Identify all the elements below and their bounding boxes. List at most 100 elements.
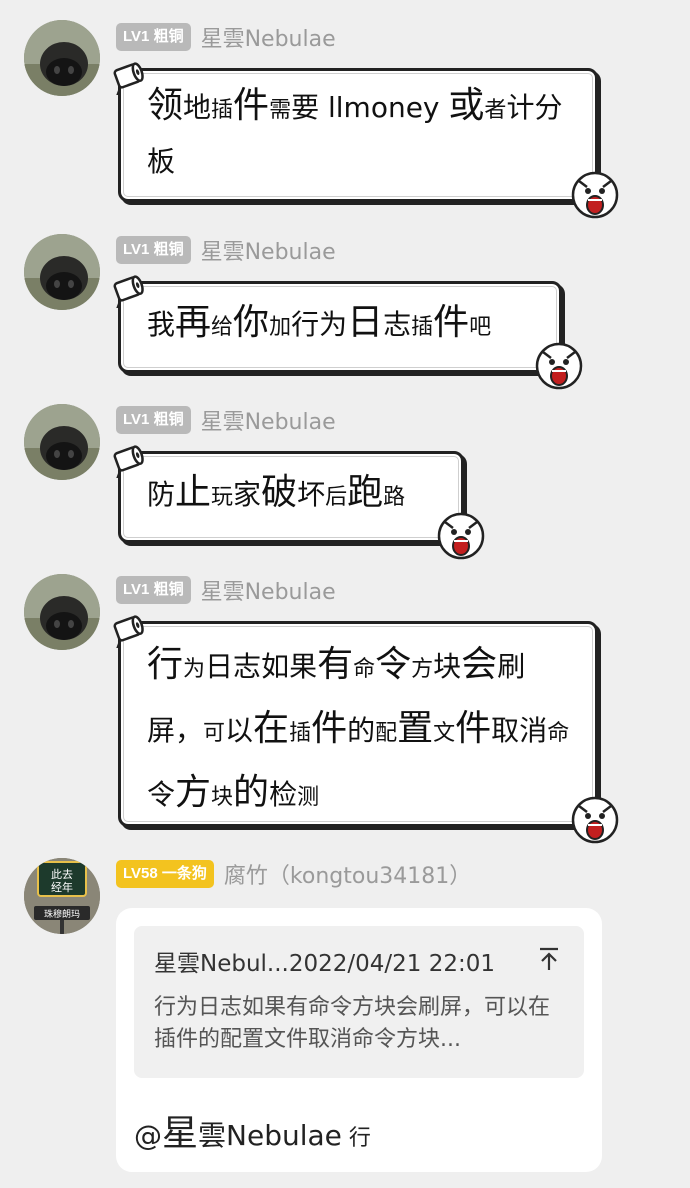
text-segment: Nebulae bbox=[226, 1119, 342, 1152]
text-segment: 方 bbox=[175, 772, 212, 813]
text-segment: 后 bbox=[325, 485, 348, 510]
text-segment: 加 bbox=[269, 315, 292, 340]
toilet-paper-icon bbox=[107, 438, 147, 479]
avatar[interactable]: 此去 经年 珠穆朗玛 bbox=[24, 858, 100, 934]
message-bubble[interactable]: 防止玩家破坏后跑路 bbox=[113, 445, 485, 560]
avatar-sign-text: 珠穆朗玛 bbox=[44, 908, 80, 920]
level-badge: LV1 粗铜 bbox=[116, 576, 191, 604]
message-text: 行为日志如果有命令方块会刷屏，可以在插件的配置文件取消命令方块的检测 bbox=[147, 636, 571, 828]
reply-text: @星雲Nebulae 行 bbox=[134, 1104, 371, 1156]
nickname[interactable]: 星雲Nebulae bbox=[201, 574, 336, 606]
text-segment: 地 bbox=[183, 91, 212, 124]
text-segment: 行 bbox=[291, 308, 320, 341]
text-segment: 止 bbox=[175, 472, 212, 513]
text-segment: 者 bbox=[484, 98, 507, 123]
text-segment: 可 bbox=[203, 721, 226, 746]
text-segment: 志 bbox=[383, 308, 412, 341]
text-segment: 插 bbox=[211, 98, 234, 123]
level-badge: LV1 粗铜 bbox=[116, 406, 191, 434]
text-segment: 或 bbox=[448, 85, 485, 126]
text-segment: 为 bbox=[319, 308, 348, 341]
text-segment: 命 bbox=[353, 657, 376, 682]
text-segment: 路 bbox=[383, 485, 406, 510]
text-segment: 以 bbox=[225, 714, 254, 747]
text-segment: 玩 bbox=[211, 485, 234, 510]
text-segment: 板 bbox=[147, 145, 176, 178]
text-segment: 有 bbox=[317, 644, 354, 685]
screaming-face-icon bbox=[569, 794, 621, 846]
quote-header: 星雲Nebul...2022/04/21 22:01 bbox=[154, 951, 496, 977]
avatar[interactable] bbox=[24, 574, 100, 650]
text-segment: 配 bbox=[375, 721, 398, 746]
text-segment: 如 bbox=[261, 650, 290, 683]
text-segment: 检 bbox=[269, 778, 298, 811]
message-bubble[interactable]: 行为日志如果有命令方块会刷屏，可以在插件的配置文件取消命令方块的检测 bbox=[113, 615, 619, 844]
message-meta: LV58 一条狗 腐竹（kongtou34181） bbox=[116, 859, 471, 889]
text-segment: 日 bbox=[347, 302, 384, 343]
text-segment: 的 bbox=[233, 772, 270, 813]
text-segment: 件 bbox=[455, 708, 492, 749]
message-meta: LV1 粗铜 星雲Nebulae bbox=[116, 575, 336, 605]
text-segment: 测 bbox=[297, 785, 320, 810]
text-segment: 在 bbox=[253, 708, 290, 749]
message-meta: LV1 粗铜 星雲Nebulae bbox=[116, 22, 336, 52]
level-badge: LV1 粗铜 bbox=[116, 23, 191, 51]
text-segment: 命 bbox=[547, 721, 570, 746]
text-segment: 件 bbox=[433, 302, 470, 343]
text-segment: 破 bbox=[261, 472, 298, 513]
toilet-paper-icon bbox=[107, 268, 147, 309]
text-segment: 取 bbox=[491, 714, 520, 747]
text-segment: 我 bbox=[147, 308, 176, 341]
quoted-message[interactable]: 星雲Nebul...2022/04/21 22:01 行为日志如果有命令方块会刷… bbox=[134, 926, 584, 1078]
message-text: 领地插件需要 llmoney 或者计分板 bbox=[147, 81, 571, 191]
text-segment: 吧 bbox=[469, 315, 492, 340]
screaming-face-icon bbox=[569, 169, 621, 221]
text-segment: 家 bbox=[233, 478, 262, 511]
level-badge: LV58 一条狗 bbox=[116, 860, 214, 888]
text-segment: 为 bbox=[183, 657, 206, 682]
text-segment: 再 bbox=[175, 302, 212, 343]
text-segment: 块 bbox=[433, 650, 462, 683]
toilet-paper-icon bbox=[107, 55, 147, 96]
avatar[interactable] bbox=[24, 404, 100, 480]
text-segment: 令 bbox=[147, 778, 176, 811]
text-segment: 你 bbox=[233, 302, 270, 343]
avatar-text-mid: 经年 bbox=[51, 880, 73, 894]
reply-bubble[interactable]: 星雲Nebul...2022/04/21 22:01 行为日志如果有命令方块会刷… bbox=[116, 908, 602, 1172]
arrow-up-to-top-icon[interactable] bbox=[536, 946, 562, 972]
text-segment: 计 bbox=[506, 91, 535, 124]
message-text: 我再给你加行为日志插件吧 bbox=[147, 292, 535, 360]
text-segment: 坏 bbox=[297, 478, 326, 511]
avatar-text-top: 此去 bbox=[51, 868, 73, 881]
text-segment: 星 bbox=[162, 1113, 199, 1154]
text-segment: 行 bbox=[147, 644, 184, 685]
screaming-face-icon bbox=[533, 340, 585, 392]
text-segment: llmoney bbox=[319, 91, 449, 124]
avatar[interactable] bbox=[24, 234, 100, 310]
message-bubble[interactable]: 我再给你加行为日志插件吧 bbox=[113, 275, 583, 390]
message-meta: LV1 粗铜 星雲Nebulae bbox=[116, 235, 336, 265]
screaming-face-icon bbox=[435, 510, 487, 562]
level-badge: LV1 粗铜 bbox=[116, 236, 191, 264]
nickname[interactable]: 星雲Nebulae bbox=[201, 404, 336, 436]
text-segment: 会 bbox=[461, 644, 498, 685]
text-segment: 给 bbox=[211, 315, 234, 340]
text-segment: 跑 bbox=[347, 472, 384, 513]
avatar[interactable] bbox=[24, 20, 100, 96]
text-segment: 要 bbox=[291, 91, 320, 124]
text-segment: 文 bbox=[433, 721, 456, 746]
nickname[interactable]: 腐竹（kongtou34181） bbox=[224, 858, 471, 890]
nickname[interactable]: 星雲Nebulae bbox=[201, 21, 336, 53]
text-segment: 志 bbox=[233, 650, 262, 683]
text-segment: 方 bbox=[411, 657, 434, 682]
text-segment: 分 bbox=[534, 91, 563, 124]
text-segment: 消 bbox=[519, 714, 548, 747]
text-segment: 果 bbox=[289, 650, 318, 683]
text-segment: 防 bbox=[147, 478, 176, 511]
text-segment: 插 bbox=[289, 721, 312, 746]
message-bubble[interactable]: 领地插件需要 llmoney 或者计分板 bbox=[113, 62, 619, 219]
nickname[interactable]: 星雲Nebulae bbox=[201, 234, 336, 266]
toilet-paper-icon bbox=[107, 608, 147, 649]
text-segment: 行 bbox=[341, 1126, 371, 1151]
text-segment: 刷 bbox=[497, 650, 526, 683]
